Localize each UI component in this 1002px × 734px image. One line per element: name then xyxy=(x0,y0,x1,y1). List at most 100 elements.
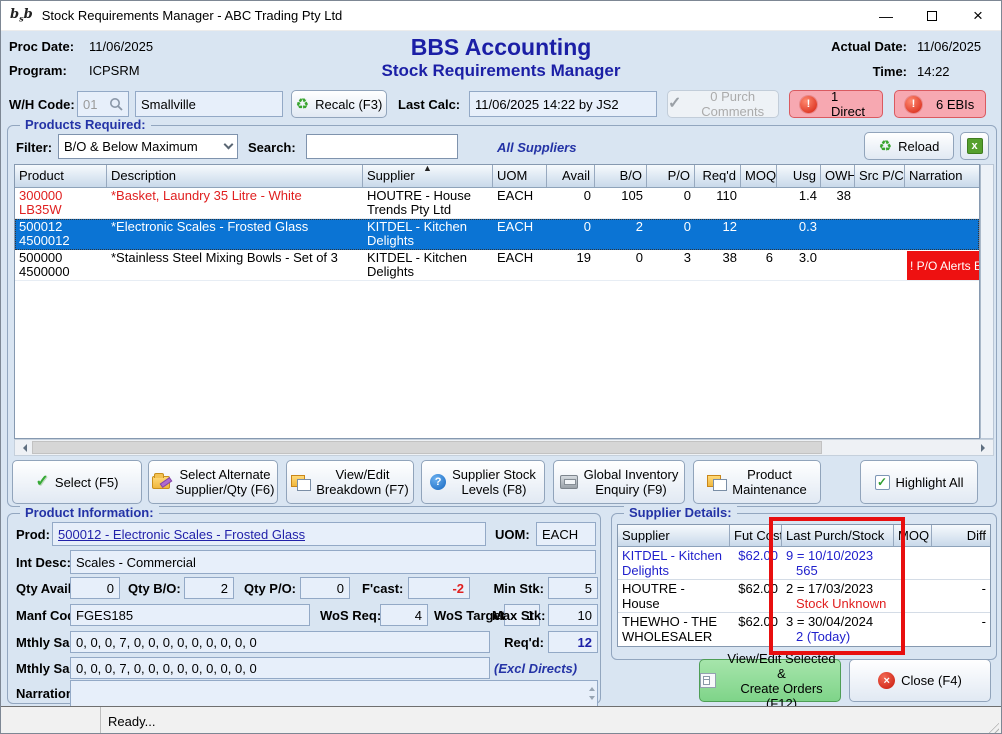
maximize-icon xyxy=(927,11,937,21)
close-button[interactable]: × xyxy=(955,1,1001,30)
prod-label: Prod: xyxy=(16,527,50,542)
col-usg[interactable]: Usg xyxy=(777,165,821,187)
narration-textarea[interactable] xyxy=(71,681,597,706)
view-edit-breakdown-button[interactable]: View/Edit Breakdown (F7) xyxy=(286,460,414,504)
close-f4-button[interactable]: × Close (F4) xyxy=(849,659,991,702)
highlight-all-button[interactable]: ✓ Highlight All xyxy=(860,460,978,504)
supplier-row[interactable]: THEWHO - THE WHOLESALER $62.00 3 = 30/04… xyxy=(618,613,990,646)
min-stk-field: 5 xyxy=(548,577,598,599)
last-calc-label: Last Calc: xyxy=(398,97,460,112)
qty-avail-label: Qty Avail: xyxy=(16,581,76,596)
wh-name-field[interactable]: Smallville xyxy=(135,91,283,117)
wh-code-field[interactable]: 01 xyxy=(77,91,129,117)
col-reqd[interactable]: Req'd xyxy=(695,165,741,187)
wh-code-value: 01 xyxy=(83,97,97,112)
col-description[interactable]: Description xyxy=(107,165,363,187)
window-controls: — × xyxy=(863,1,1001,30)
product-maintenance-button[interactable]: Product Maintenance xyxy=(693,460,821,504)
product-information-group: Product Information: Prod: 500012 - Elec… xyxy=(7,513,601,704)
reqd-value: 12 xyxy=(578,635,592,650)
scroll-thumb[interactable] xyxy=(32,441,822,454)
manf-code-field: FGES185 xyxy=(70,604,310,626)
col-narration[interactable]: Narration xyxy=(905,165,979,187)
prod-field: 500012 - Electronic Scales - Frosted Gla… xyxy=(52,522,486,546)
max-stk-field: 10 xyxy=(548,604,598,626)
select-button[interactable]: ✓ Select (F5) xyxy=(12,460,142,504)
window-title: Stock Requirements Manager - ABC Trading… xyxy=(42,8,343,23)
narration-scroll-arrows[interactable] xyxy=(589,684,595,703)
wos-req-label: WoS Req: xyxy=(320,608,381,623)
col-po[interactable]: P/O xyxy=(647,165,695,187)
col-supplier[interactable]: Supplier▲ xyxy=(363,165,493,187)
reqd-field: 12 xyxy=(548,631,598,653)
resize-grip[interactable] xyxy=(986,720,999,733)
suppliers-scope-label: All Suppliers xyxy=(497,140,576,155)
col-src-pc[interactable]: Src P/C xyxy=(855,165,905,187)
col-owh[interactable]: OWH xyxy=(821,165,855,187)
min-stk-label: Min Stk: xyxy=(484,581,544,596)
vertical-scrollbar[interactable] xyxy=(980,164,994,439)
recycle-icon: ♻ xyxy=(296,97,309,112)
search-icon xyxy=(109,97,123,111)
max-stk-label: Max Stk: xyxy=(492,608,545,623)
mthly-sales-field-2: 0, 0, 0, 7, 0, 0, 0, 0, 0, 0, 0, 0, 0 xyxy=(70,657,490,679)
time-label: Time: xyxy=(873,64,907,79)
create-orders-button[interactable]: View/Edit Selected & Create Orders (F12) xyxy=(699,659,841,702)
col-product[interactable]: Product xyxy=(15,165,107,187)
check-icon: ✓ xyxy=(36,474,49,490)
app-window: bsb Stock Requirements Manager - ABC Tra… xyxy=(0,0,1002,734)
supplier-row[interactable]: KITDEL - Kitchen Delights $62.00 9 = 10/… xyxy=(618,547,990,580)
title-bar: bsb Stock Requirements Manager - ABC Tra… xyxy=(1,1,1001,31)
col-bo[interactable]: B/O xyxy=(595,165,647,187)
supplier-row[interactable]: HOUTRE - House Trends Pty Ltd $62.00 2 =… xyxy=(618,580,990,613)
sd-col-last-purch: Last Purch/Stock xyxy=(782,525,894,546)
scroll-down-icon xyxy=(589,696,595,703)
product-row[interactable]: 500000 4500000 *Stainless Steel Mixing B… xyxy=(15,250,979,281)
products-table-header: Product Description Supplier▲ UOM Avail … xyxy=(15,165,979,188)
sd-col-fut-cost: Fut Cost xyxy=(730,525,782,546)
question-icon: ? xyxy=(430,474,446,490)
select-alternate-supplier-button[interactable]: Select Alternate Supplier/Qty (F6) xyxy=(148,460,278,504)
status-panel xyxy=(1,707,101,734)
ebis-alert-button[interactable]: ! 6 EBIs xyxy=(894,90,986,118)
col-moq[interactable]: MOQ xyxy=(741,165,777,187)
minimize-icon: — xyxy=(879,8,893,24)
excl-directs-label: (Excl Directs) xyxy=(494,661,577,676)
register-icon xyxy=(560,475,578,489)
product-row[interactable]: 300000 LB35W *Basket, Laundry 35 Litre -… xyxy=(15,188,979,219)
products-required-group: Products Required: Filter: B/O & Below M… xyxy=(7,125,997,507)
supplier-details-table: Supplier Fut Cost Last Purch/Stock MOQ D… xyxy=(617,524,991,647)
direct-alert-button[interactable]: ! 1 Direct xyxy=(789,90,883,118)
last-calc-field: 11/06/2025 14:22 by JS2 xyxy=(469,91,657,117)
wh-name-value: Smallville xyxy=(141,97,196,112)
maximize-button[interactable] xyxy=(909,1,955,30)
supplier-stock-levels-button[interactable]: ? Supplier Stock Levels (F8) xyxy=(421,460,545,504)
supplier-details-group: Supplier Details: Supplier Fut Cost Last… xyxy=(611,513,997,660)
close-icon: × xyxy=(973,6,983,26)
minimize-button[interactable]: — xyxy=(863,1,909,30)
qty-avail-field: 0 xyxy=(70,577,120,599)
fcast-field: -2 xyxy=(408,577,470,599)
sd-col-diff: Diff xyxy=(932,525,990,546)
recalc-button[interactable]: ♻ Recalc (F3) xyxy=(291,90,387,118)
product-row-selected[interactable]: 500012 4500012 *Electronic Scales - Fros… xyxy=(15,219,979,250)
warning-icon: ! xyxy=(800,96,817,113)
filter-dropdown[interactable]: B/O & Below Maximum xyxy=(58,134,238,159)
global-inventory-enquiry-button[interactable]: Global Inventory Enquiry (F9) xyxy=(553,460,685,504)
last-calc-value: 11/06/2025 14:22 by JS2 xyxy=(475,97,619,112)
col-avail[interactable]: Avail xyxy=(547,165,595,187)
folder-edit-icon xyxy=(152,476,170,489)
scroll-right-arrow[interactable] xyxy=(977,440,993,455)
prod-link[interactable]: 500012 - Electronic Scales - Frosted Gla… xyxy=(58,527,305,542)
checkbox-checked-icon: ✓ xyxy=(875,475,890,490)
reload-button[interactable]: ♻ Reload xyxy=(864,132,954,160)
products-table: Product Description Supplier▲ UOM Avail … xyxy=(14,164,980,439)
supplier-details-group-label: Supplier Details: xyxy=(624,505,737,520)
scroll-left-arrow[interactable] xyxy=(15,440,31,455)
export-excel-button[interactable]: x xyxy=(960,132,989,160)
horizontal-scrollbar[interactable] xyxy=(14,439,994,456)
checklist-icon xyxy=(700,673,716,688)
purch-comments-button[interactable]: ✓ 0 Purch Comments xyxy=(667,90,779,118)
col-uom[interactable]: UOM xyxy=(493,165,547,187)
search-input[interactable] xyxy=(306,134,458,159)
